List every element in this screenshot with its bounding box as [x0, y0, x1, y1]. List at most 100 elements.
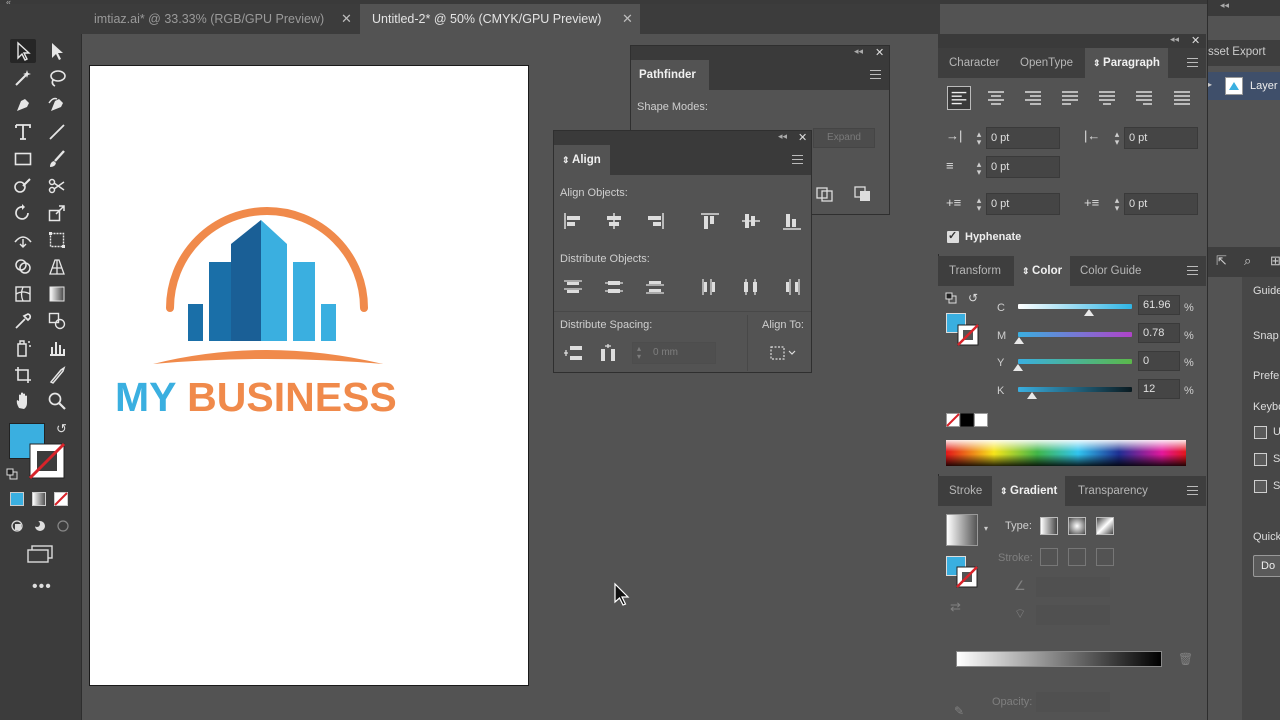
search-icon[interactable]: ⌕ — [1244, 253, 1251, 269]
checkbox[interactable] — [1254, 453, 1267, 466]
gradient-slider[interactable] — [956, 651, 1162, 667]
width-tool-icon[interactable] — [10, 228, 36, 252]
magenta-slider[interactable] — [1018, 332, 1132, 337]
horizontal-align-center-icon[interactable] — [603, 211, 625, 231]
expand-triangle-icon[interactable]: ▸ — [1208, 80, 1212, 89]
align-center-icon[interactable] — [985, 87, 1007, 109]
grid-icon[interactable]: ⊞ — [1270, 253, 1280, 269]
justify-left-icon[interactable] — [1059, 87, 1081, 109]
yellow-slider[interactable] — [1018, 359, 1132, 364]
expand-button[interactable]: Expand — [813, 128, 875, 148]
spinner-icon[interactable]: ▴ ▾ — [974, 196, 984, 213]
tab-gradient[interactable]: ⇕ Gradient — [992, 476, 1066, 506]
gradient-preview-swatch[interactable] — [946, 514, 978, 546]
tab-asset-export[interactable]: sset Export — [1208, 46, 1266, 58]
close-icon[interactable]: ✕ — [341, 10, 352, 28]
perspective-grid-tool-icon[interactable] — [44, 255, 70, 279]
paintbrush-tool-icon[interactable] — [44, 147, 70, 171]
align-right-icon[interactable] — [1022, 87, 1044, 109]
linear-gradient-button[interactable] — [1040, 517, 1058, 535]
tab-color[interactable]: ⇕ Color — [1014, 256, 1071, 286]
justify-right-icon[interactable] — [1133, 87, 1155, 109]
collapse-icon[interactable]: ◂◂ — [854, 46, 863, 57]
zoom-tool-icon[interactable] — [44, 389, 70, 413]
tab-opentype[interactable]: OpenType — [1012, 48, 1081, 78]
blend-tool-icon[interactable] — [44, 309, 70, 333]
tab-transform[interactable]: Transform — [941, 256, 1009, 286]
black-value-field[interactable]: 12 — [1138, 379, 1180, 399]
document-setup-button[interactable]: Do — [1253, 555, 1280, 577]
close-icon[interactable]: ✕ — [622, 10, 633, 28]
spinner-icon[interactable]: ▴ ▾ — [637, 345, 641, 361]
tab-paragraph[interactable]: ⇕ Paragraph — [1085, 48, 1168, 78]
gradient-tool-icon[interactable] — [44, 282, 70, 306]
swap-icon[interactable]: ↺ — [968, 291, 978, 305]
default-colors-icon[interactable] — [945, 292, 957, 304]
close-icon[interactable]: ✕ — [1191, 34, 1200, 47]
tab-character[interactable]: Character — [941, 48, 1008, 78]
tab-untitled-2[interactable]: Untitled-2* @ 50% (CMYK/GPU Preview) — [360, 4, 640, 34]
drawing-modes-icon[interactable] — [9, 518, 71, 534]
tab-color-guide[interactable]: Color Guide — [1072, 256, 1149, 286]
eyedropper-tool-icon[interactable] — [10, 309, 36, 333]
tab-align[interactable]: ⇕ Align — [554, 145, 610, 175]
yellow-slider-thumb[interactable] — [1013, 364, 1023, 371]
tab-pathfinder[interactable]: Pathfinder — [631, 60, 709, 90]
freeform-gradient-button[interactable] — [1096, 517, 1114, 535]
layer-row[interactable]: ▸ Layer — [1208, 72, 1280, 100]
stroke-within-button[interactable] — [1040, 548, 1058, 566]
stroke-along-button[interactable] — [1068, 548, 1086, 566]
aspect-ratio-field[interactable] — [1036, 605, 1110, 625]
collapse-icon[interactable]: ◂◂ — [778, 131, 787, 142]
horizontal-align-right-icon[interactable] — [644, 211, 666, 231]
vertical-align-top-icon[interactable] — [699, 211, 721, 231]
artboard[interactable]: MY BUSINESS — [89, 65, 529, 686]
horizontal-distribute-left-icon[interactable] — [699, 277, 721, 297]
selection-tool-icon[interactable] — [10, 39, 36, 63]
line-segment-tool-icon[interactable] — [44, 120, 70, 144]
outline-icon[interactable] — [815, 186, 835, 202]
more-tools-icon[interactable]: ••• — [32, 578, 52, 596]
vertical-distribute-space-icon[interactable] — [562, 343, 584, 363]
spinner-icon[interactable]: ▴ ▾ — [1112, 130, 1122, 147]
curvature-tool-icon[interactable] — [44, 93, 70, 117]
panel-menu-icon[interactable] — [792, 155, 803, 164]
magenta-value-field[interactable]: 0.78 — [1138, 323, 1180, 343]
checkbox[interactable] — [1254, 480, 1267, 493]
slice-tool-icon[interactable] — [44, 363, 70, 387]
vertical-align-center-icon[interactable] — [740, 211, 762, 231]
lasso-tool-icon[interactable] — [44, 66, 70, 90]
type-tool-icon[interactable] — [10, 120, 36, 144]
rectangle-tool-icon[interactable] — [10, 147, 36, 171]
cyan-value-field[interactable]: 61.96 — [1138, 295, 1180, 315]
collapse-icon[interactable]: ◂◂ — [1220, 0, 1229, 11]
checkbox[interactable] — [1254, 426, 1267, 439]
vertical-distribute-bottom-icon[interactable] — [644, 277, 666, 297]
align-to-selection-icon[interactable] — [769, 343, 799, 363]
yellow-value-field[interactable]: 0 — [1138, 351, 1180, 371]
horizontal-distribute-center-icon[interactable] — [740, 277, 762, 297]
panel-menu-icon[interactable] — [1187, 266, 1198, 275]
opacity-field[interactable] — [1036, 692, 1110, 712]
color-spectrum[interactable] — [946, 440, 1186, 466]
horizontal-distribute-space-icon[interactable] — [598, 343, 620, 363]
black-slider-thumb[interactable] — [1026, 392, 1037, 399]
angle-field[interactable] — [1036, 577, 1110, 597]
pen-tool-icon[interactable] — [10, 93, 36, 117]
screen-mode-icon[interactable] — [26, 545, 54, 563]
default-colors-icon[interactable] — [6, 468, 18, 480]
eyedropper-icon[interactable]: ✎ — [954, 704, 964, 718]
panel-menu-icon[interactable] — [870, 70, 881, 79]
vertical-align-bottom-icon[interactable] — [781, 211, 803, 231]
horizontal-distribute-right-icon[interactable] — [781, 277, 803, 297]
export-icon[interactable]: ⇱ — [1216, 253, 1227, 269]
spinner-icon[interactable]: ▴ ▾ — [974, 130, 984, 147]
cyan-slider[interactable] — [1018, 304, 1132, 309]
magenta-slider-thumb[interactable] — [1013, 337, 1024, 344]
close-icon[interactable]: ✕ — [798, 131, 807, 144]
column-graph-tool-icon[interactable] — [44, 336, 70, 360]
panel-menu-icon[interactable] — [1187, 58, 1198, 67]
none-black-white-swatches[interactable] — [946, 413, 990, 427]
color-mode-icon[interactable] — [10, 492, 24, 506]
vertical-distribute-center-icon[interactable] — [603, 277, 625, 297]
